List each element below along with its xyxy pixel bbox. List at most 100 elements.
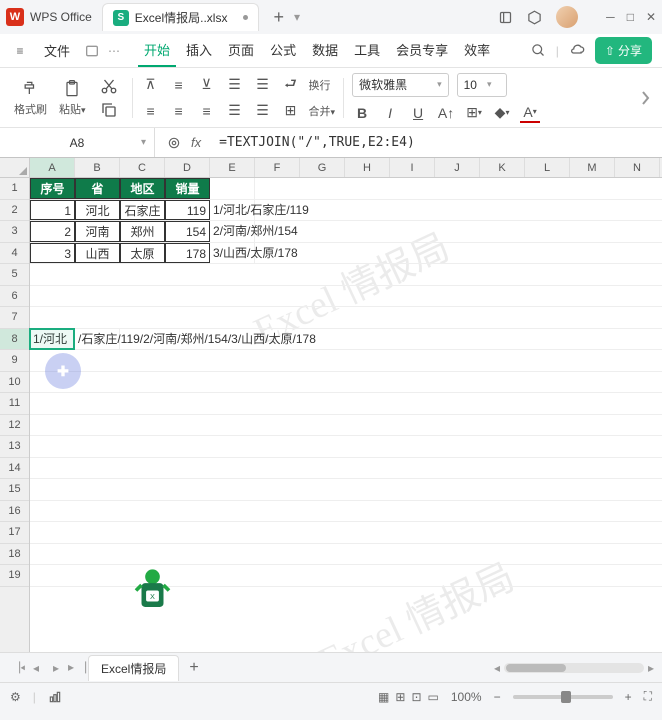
scroll-left-icon[interactable]: ◂ bbox=[494, 661, 500, 675]
cell[interactable]: 2 bbox=[30, 221, 75, 242]
col-header[interactable]: L bbox=[525, 158, 570, 177]
overflow-icon[interactable]: ⋯ bbox=[108, 44, 120, 58]
col-header[interactable]: G bbox=[300, 158, 345, 177]
col-header[interactable]: I bbox=[390, 158, 435, 177]
copy-icon[interactable] bbox=[100, 101, 118, 119]
cell[interactable]: 郑州 bbox=[120, 221, 165, 242]
tab-dropdown-icon[interactable]: ▾ bbox=[294, 10, 300, 24]
cell[interactable]: 2/河南/郑州/154 bbox=[210, 221, 255, 242]
user-avatar[interactable] bbox=[556, 6, 578, 28]
row-headers[interactable]: 1 2 3 4 5 6 7 8 9 10 11 12 13 14 15 16 1… bbox=[0, 178, 30, 652]
align-left-icon[interactable]: ≡ bbox=[141, 101, 161, 121]
select-all-corner[interactable] bbox=[0, 158, 30, 178]
row-header[interactable]: 7 bbox=[0, 307, 29, 329]
close-button[interactable]: ✕ bbox=[646, 10, 656, 24]
italic-button[interactable]: I bbox=[380, 103, 400, 123]
col-header[interactable]: K bbox=[480, 158, 525, 177]
cell[interactable]: 178 bbox=[165, 243, 210, 264]
cloud-icon[interactable] bbox=[569, 43, 585, 59]
cell[interactable]: 1/河北 bbox=[30, 329, 75, 350]
align-center-icon[interactable]: ≡ bbox=[169, 101, 189, 121]
view-break-icon[interactable]: ⊡ bbox=[411, 690, 421, 704]
row-header[interactable]: 8 bbox=[0, 329, 29, 351]
cut-icon[interactable] bbox=[100, 77, 118, 95]
row-header[interactable]: 11 bbox=[0, 393, 29, 415]
row-header[interactable]: 17 bbox=[0, 522, 29, 544]
merge-icon[interactable]: ⊞ bbox=[281, 101, 301, 121]
tab-data[interactable]: 数据 bbox=[306, 34, 344, 67]
cell[interactable]: /石家庄/119/2/河南/郑州/154/3/山西/太原/178 bbox=[75, 329, 120, 350]
align-justify-icon[interactable]: ☰ bbox=[225, 101, 245, 121]
row-header[interactable]: 15 bbox=[0, 479, 29, 501]
indent-inc-icon[interactable]: ☰ bbox=[253, 75, 273, 95]
view-reader-icon[interactable]: ▭ bbox=[428, 690, 439, 704]
align-left-v-icon[interactable]: ⊼ bbox=[141, 75, 161, 95]
name-box[interactable]: A8 bbox=[0, 128, 155, 157]
tab-insert[interactable]: 插入 bbox=[180, 34, 218, 67]
increase-font-icon[interactable]: A↑ bbox=[436, 103, 456, 123]
sheet-last-icon[interactable]: ▸⎹ bbox=[68, 660, 84, 675]
file-dropdown-icon[interactable] bbox=[84, 43, 100, 59]
fill-color-icon[interactable]: ◆▾ bbox=[492, 103, 512, 123]
cell[interactable]: 119 bbox=[165, 200, 210, 221]
file-menu[interactable]: 文件 bbox=[38, 37, 76, 64]
cell[interactable]: 省 bbox=[75, 178, 120, 199]
toolbar-scroll-icon[interactable] bbox=[638, 86, 652, 110]
cell[interactable]: 3/山西/太原/178 bbox=[210, 243, 255, 264]
cell[interactable]: 1/河北/石家庄/119 bbox=[210, 200, 255, 221]
formula-input[interactable]: =TEXTJOIN("/",TRUE,E2:E4) bbox=[213, 135, 662, 150]
zoom-in-button[interactable]: + bbox=[625, 690, 632, 704]
col-header[interactable]: D bbox=[165, 158, 210, 177]
tab-start[interactable]: 开始 bbox=[138, 34, 176, 67]
cell[interactable]: 序号 bbox=[30, 178, 75, 199]
column-headers[interactable]: A B C D E F G H I J K L M N bbox=[30, 158, 662, 178]
package-icon[interactable] bbox=[527, 10, 542, 25]
cell[interactable]: 石家庄 bbox=[120, 200, 165, 221]
cell[interactable]: 154 bbox=[165, 221, 210, 242]
col-header[interactable]: A bbox=[30, 158, 75, 177]
hamburger-menu-icon[interactable]: ≡ bbox=[10, 41, 30, 61]
search-icon[interactable] bbox=[531, 43, 546, 58]
underline-button[interactable]: U bbox=[408, 103, 428, 123]
maximize-button[interactable]: □ bbox=[627, 10, 634, 24]
font-family-select[interactable]: 微软雅黑▾ bbox=[352, 73, 449, 97]
settings-icon[interactable]: ⚙ bbox=[10, 690, 21, 704]
tab-efficiency[interactable]: 效率 bbox=[458, 34, 496, 67]
row-header[interactable]: 5 bbox=[0, 264, 29, 286]
view-page-icon[interactable]: ⊞ bbox=[395, 690, 405, 704]
sheet-tab[interactable]: Excel情报局 bbox=[88, 655, 179, 681]
cell[interactable]: 1 bbox=[30, 200, 75, 221]
cell[interactable]: 太原 bbox=[120, 243, 165, 264]
row-header[interactable]: 16 bbox=[0, 501, 29, 523]
row-header[interactable]: 2 bbox=[0, 200, 29, 222]
zoom-out-button[interactable]: − bbox=[494, 690, 501, 704]
font-color-icon[interactable]: A▾ bbox=[520, 103, 540, 123]
tab-page[interactable]: 页面 bbox=[222, 34, 260, 67]
cells-area[interactable]: 序号 省 地区 销量 1 河北 石家庄 119 1/河北/石家庄/119 2 河… bbox=[30, 178, 662, 652]
col-header[interactable]: N bbox=[615, 158, 660, 177]
fx-icon[interactable]: fx bbox=[191, 135, 201, 150]
add-sheet-button[interactable]: + bbox=[189, 659, 198, 677]
bold-button[interactable]: B bbox=[352, 103, 372, 123]
tab-member[interactable]: 会员专享 bbox=[390, 34, 454, 67]
paste-group[interactable]: 粘贴▾ bbox=[55, 79, 90, 117]
zoom-value[interactable]: 100% bbox=[451, 690, 482, 704]
new-tab-button[interactable]: + bbox=[273, 7, 284, 28]
sheet-next-icon[interactable]: ▸ bbox=[48, 661, 64, 675]
row-header[interactable]: 13 bbox=[0, 436, 29, 458]
col-header[interactable]: C bbox=[120, 158, 165, 177]
row-header[interactable]: 10 bbox=[0, 372, 29, 394]
cell[interactable]: 河北 bbox=[75, 200, 120, 221]
col-header[interactable]: J bbox=[435, 158, 480, 177]
col-header[interactable]: F bbox=[255, 158, 300, 177]
row-header[interactable]: 6 bbox=[0, 286, 29, 308]
zoom-slider[interactable] bbox=[513, 695, 613, 699]
align-right-icon[interactable]: ≡ bbox=[197, 101, 217, 121]
view-normal-icon[interactable]: ▦ bbox=[378, 690, 389, 704]
cell[interactable]: 销量 bbox=[165, 178, 210, 199]
fullscreen-icon[interactable]: ⛶ bbox=[644, 689, 652, 704]
cell[interactable]: 地区 bbox=[120, 178, 165, 199]
align-right-v-icon[interactable]: ⊻ bbox=[197, 75, 217, 95]
borders-icon[interactable]: ⊞▾ bbox=[464, 103, 484, 123]
row-header[interactable]: 18 bbox=[0, 544, 29, 566]
